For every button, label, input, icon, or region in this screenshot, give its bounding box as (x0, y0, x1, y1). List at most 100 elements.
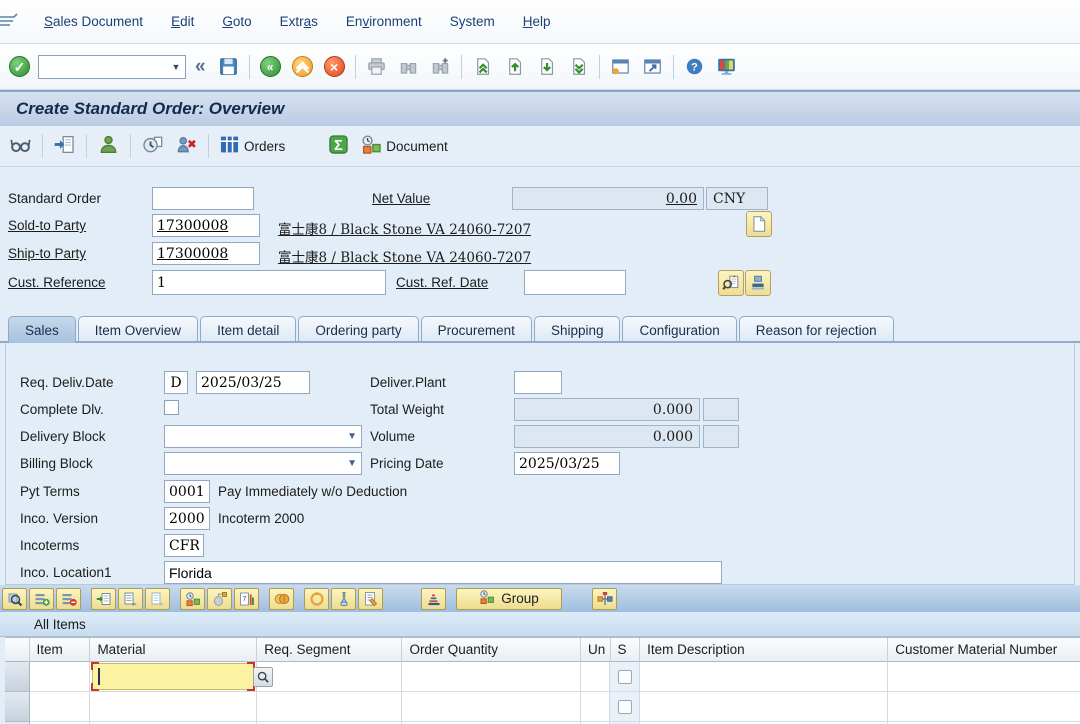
cell-s[interactable] (610, 662, 639, 692)
tab-configuration[interactable]: Configuration (622, 316, 736, 343)
sum-button[interactable]: Σ (324, 132, 353, 161)
command-input[interactable] (39, 56, 167, 78)
complete-dlv-checkbox[interactable] (164, 400, 179, 415)
cust-ref-date-label[interactable]: Cust. Ref. Date (396, 275, 488, 290)
cell-req-segment[interactable] (257, 692, 402, 722)
sold-to-party-display-button[interactable] (94, 132, 123, 161)
column-header-req-segment[interactable]: Req. Segment (257, 638, 402, 662)
cell-un[interactable] (581, 662, 610, 692)
pyt-terms-input[interactable] (164, 480, 210, 503)
req-deliv-date-type-input[interactable] (164, 371, 188, 394)
item-detail-button[interactable] (2, 588, 27, 610)
system-menu-icon[interactable] (0, 9, 20, 35)
schedule-lines-button[interactable]: 7 (234, 588, 259, 610)
item-status-button[interactable] (180, 588, 205, 610)
menu-item-sales-document[interactable]: Sales Document (30, 9, 157, 34)
item-conditions-button[interactable] (269, 588, 294, 610)
back-icon[interactable]: « (257, 53, 284, 80)
cell-item-description[interactable] (640, 692, 888, 722)
group-button[interactable]: Group (456, 588, 562, 610)
req-deliv-date-input[interactable] (196, 371, 310, 394)
cell-order-quantity[interactable] (402, 692, 581, 722)
customize-icon[interactable] (713, 53, 740, 80)
create-document-button[interactable] (746, 211, 772, 237)
menu-item-help[interactable]: Help (509, 9, 565, 34)
ship-to-party-label[interactable]: Ship-to Party (8, 246, 86, 261)
column-header-selector[interactable] (5, 638, 30, 662)
column-header-item-description[interactable]: Item Description (640, 638, 888, 662)
reject-document-button[interactable] (172, 132, 201, 161)
cell-un[interactable] (581, 692, 610, 722)
menu-item-edit[interactable]: Edit (157, 9, 208, 34)
sold-to-party-label[interactable]: Sold-to Party (8, 218, 86, 233)
item-structure-button[interactable] (592, 588, 617, 610)
prev-page-icon[interactable] (501, 53, 528, 80)
insert-with-reference-button[interactable] (91, 588, 116, 610)
tab-shipping[interactable]: Shipping (534, 316, 621, 343)
column-header-customer-material-number[interactable]: Customer Material Number (888, 638, 1080, 662)
item-texts-button[interactable] (358, 588, 383, 610)
menu-item-environment[interactable]: Environment (332, 9, 436, 34)
cust-ref-date-input[interactable] (524, 270, 626, 295)
ship-to-party-description[interactable]: 富士康8 / Black Stone VA 24060-7207 (278, 246, 531, 266)
column-header-item[interactable]: Item (30, 638, 91, 662)
up-icon[interactable] (289, 53, 316, 80)
search-documents-button[interactable] (718, 270, 744, 296)
cell-req-segment[interactable] (257, 662, 402, 692)
enter-button[interactable]: ✓ (6, 53, 33, 80)
cell-order-quantity[interactable] (402, 662, 581, 692)
cust-reference-input[interactable] (152, 270, 386, 295)
cell-item[interactable] (30, 662, 91, 692)
cell-material[interactable] (90, 662, 257, 692)
item-usage-button[interactable] (207, 588, 232, 610)
next-page-icon[interactable] (533, 53, 560, 80)
net-value-label[interactable]: Net Value (372, 191, 430, 206)
document-flow-button[interactable] (138, 132, 167, 161)
inco-version-input[interactable] (164, 507, 210, 530)
exit-icon[interactable]: × (321, 53, 348, 80)
cell-customer-material-number[interactable] (888, 692, 1080, 722)
sold-to-party-input[interactable] (152, 214, 260, 237)
collapse-toolbar-icon[interactable]: « (191, 56, 210, 78)
column-header-order-quantity[interactable]: Order Quantity (402, 638, 581, 662)
copy-row-button[interactable] (118, 588, 143, 610)
first-page-icon[interactable] (469, 53, 496, 80)
create-with-reference-button[interactable] (50, 132, 79, 161)
row-selector[interactable] (5, 692, 30, 722)
insert-row-button[interactable] (29, 588, 54, 610)
incoterms-input[interactable] (164, 534, 204, 557)
material-input-cell[interactable] (92, 663, 254, 690)
shortcut-icon[interactable] (639, 53, 666, 80)
pricing-date-input[interactable] (514, 452, 620, 475)
tab-sales[interactable]: Sales (8, 316, 76, 343)
recalculate-button[interactable] (304, 588, 329, 610)
new-session-icon[interactable] (607, 53, 634, 80)
help-icon[interactable]: ? (681, 53, 708, 80)
availability-check-button[interactable] (331, 588, 356, 610)
column-header-un[interactable]: Un (581, 638, 611, 662)
tab-ordering-party[interactable]: Ordering party (298, 316, 418, 343)
cell-item-description[interactable] (640, 662, 888, 692)
cell-customer-material-number[interactable] (888, 662, 1080, 692)
tab-procurement[interactable]: Procurement (421, 316, 532, 343)
inco-location1-input[interactable] (164, 561, 722, 584)
cell-s[interactable] (610, 692, 639, 722)
print-icon[interactable] (363, 53, 390, 80)
stamp-button[interactable] (745, 270, 771, 296)
s-checkbox[interactable] (618, 700, 632, 714)
menu-item-extras[interactable]: Extras (266, 9, 332, 34)
delete-row-button[interactable] (56, 588, 81, 610)
sold-to-party-description[interactable]: 富士康8 / Black Stone VA 24060-7207 (278, 218, 531, 238)
tab-item-overview[interactable]: Item Overview (78, 316, 198, 343)
document-button[interactable]: Document (358, 132, 451, 161)
menu-item-goto[interactable]: Goto (208, 9, 265, 34)
cell-material[interactable] (90, 692, 257, 722)
find-icon[interactable] (395, 53, 422, 80)
propose-items-button[interactable] (145, 588, 170, 610)
billing-block-select[interactable]: ▼ (164, 452, 362, 475)
cell-item[interactable] (30, 692, 91, 722)
column-header-material[interactable]: Material (90, 638, 257, 662)
delivery-block-select[interactable]: ▼ (164, 425, 362, 448)
deliver-plant-input[interactable] (514, 371, 562, 394)
orders-button[interactable]: Orders (216, 132, 288, 161)
